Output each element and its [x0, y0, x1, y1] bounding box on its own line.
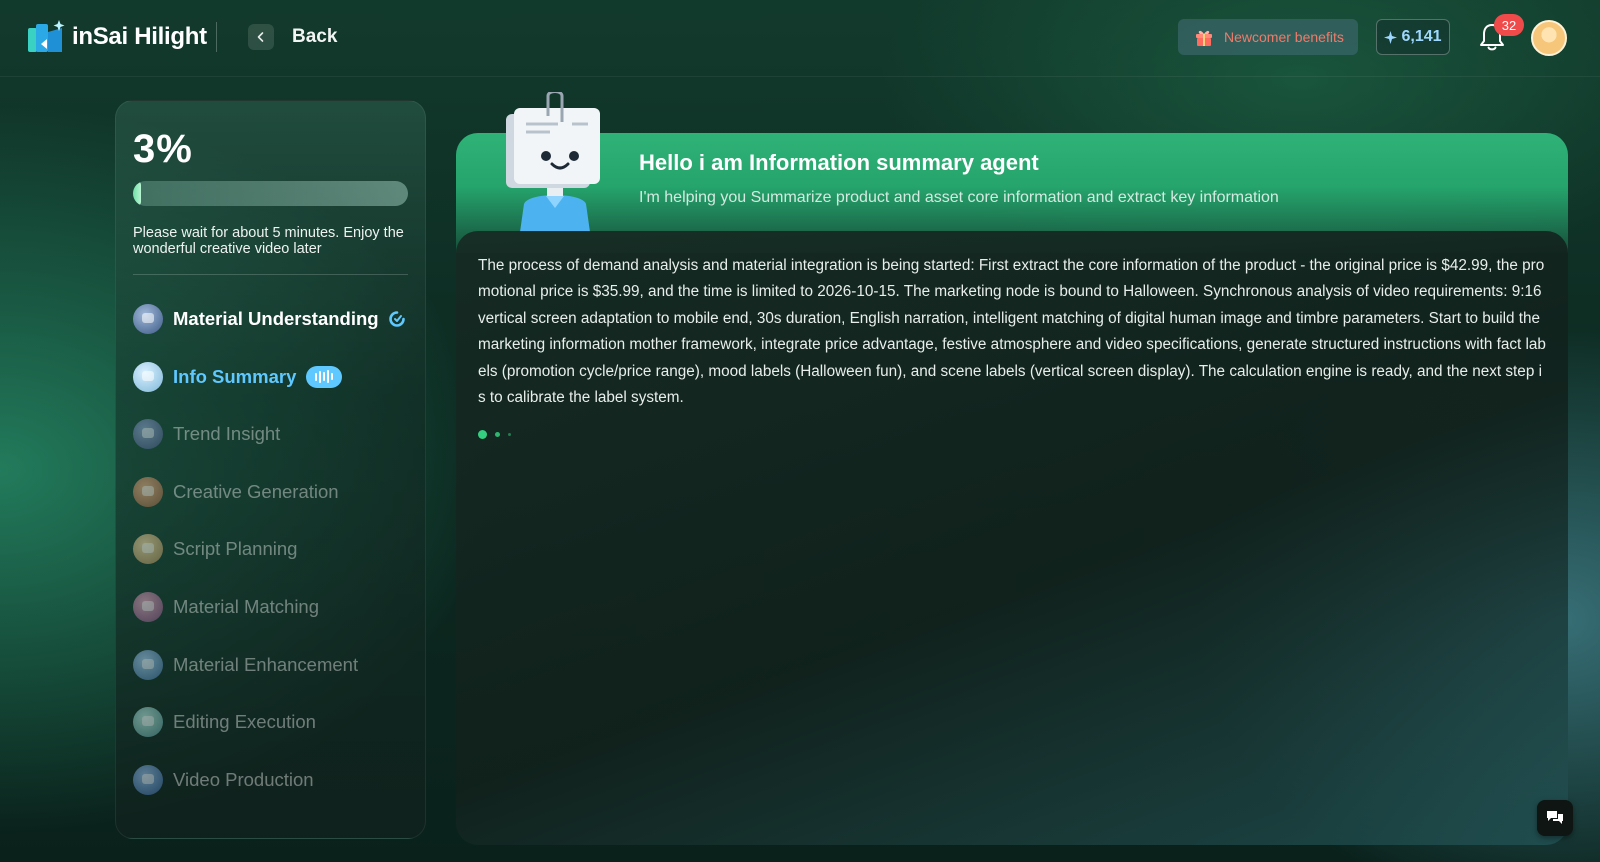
progress-sidebar: 3% Please wait for about 5 minutes. Enjo…	[115, 100, 426, 839]
agent-avatar-icon	[133, 476, 163, 507]
agent-avatar-icon	[133, 764, 163, 795]
progress-bar	[133, 181, 408, 206]
agent-avatar-icon	[133, 649, 163, 680]
credits-value: 6,141	[1401, 28, 1442, 45]
loading-dot	[495, 432, 500, 437]
step-label: Creative Generation	[173, 480, 339, 502]
agent-avatar-icon	[133, 707, 163, 738]
app-name: inSai Hilight	[72, 23, 207, 50]
wait-message: Please wait for about 5 minutes. Enjoy t…	[133, 225, 404, 257]
step-label: Trend Insight	[173, 423, 281, 445]
gift-icon	[1196, 30, 1212, 46]
loading-indicator	[478, 430, 511, 439]
newcomer-benefits-button[interactable]: Newcomer benefits	[1178, 19, 1358, 55]
back-button[interactable]	[248, 24, 274, 50]
audio-wave-icon	[306, 365, 343, 388]
newcomer-benefits-label: Newcomer benefits	[1224, 29, 1344, 45]
step-material-understanding[interactable]: Material Understanding	[133, 299, 413, 339]
agent-avatar-icon	[133, 591, 163, 622]
agent-avatar-icon	[133, 304, 163, 334]
step-list: Material Understanding Info Summary Tren…	[133, 299, 413, 817]
sparkle-icon	[1384, 30, 1398, 44]
header-divider	[216, 22, 217, 52]
step-label: Script Planning	[173, 538, 298, 560]
progress-bar-fill	[133, 181, 142, 206]
user-avatar[interactable]	[1531, 20, 1567, 56]
step-label: Video Production	[173, 768, 314, 790]
sidebar-divider	[133, 274, 408, 275]
agent-avatar-icon	[133, 361, 163, 392]
loading-dot	[478, 430, 487, 439]
step-label: Material Understanding	[173, 308, 379, 329]
agent-subtitle: I'm helping you Summarize product and as…	[639, 189, 1279, 206]
step-trend-insight[interactable]: Trend Insight	[133, 414, 413, 454]
step-video-production[interactable]: Video Production	[133, 760, 413, 800]
agent-mascot-icon	[506, 92, 600, 232]
summary-text: The process of demand analysis and mater…	[478, 257, 1546, 407]
step-label: Editing Execution	[173, 711, 316, 733]
back-label[interactable]: Back	[292, 26, 337, 48]
step-material-enhancement[interactable]: Material Enhancement	[133, 645, 413, 685]
step-script-planning[interactable]: Script Planning	[133, 529, 413, 569]
step-label: Material Matching	[173, 595, 320, 617]
step-creative-generation[interactable]: Creative Generation	[133, 472, 413, 512]
chat-icon	[1547, 811, 1563, 824]
credits-balance[interactable]: 6,141	[1376, 19, 1450, 55]
check-icon	[388, 311, 405, 327]
step-label: Material Enhancement	[173, 653, 359, 675]
step-label: Info Summary	[173, 365, 297, 387]
loading-dot	[508, 433, 511, 436]
agent-avatar-icon	[133, 534, 163, 565]
agent-title: Hello i am Information summary agent	[639, 150, 1039, 175]
agent-avatar-icon	[133, 419, 163, 450]
notification-badge: 32	[1494, 14, 1524, 36]
chat-button[interactable]	[1537, 800, 1573, 836]
chevron-left-icon	[257, 32, 264, 42]
logo-icon	[28, 20, 65, 52]
step-material-matching[interactable]: Material Matching	[133, 587, 413, 627]
top-bar: inSai Hilight Back Newcomer benefits 6,1…	[0, 0, 1600, 77]
progress-percent: 3%	[133, 127, 193, 171]
logo[interactable]: inSai Hilight	[26, 20, 207, 54]
step-info-summary[interactable]: Info Summary	[133, 357, 413, 397]
step-editing-execution[interactable]: Editing Execution	[133, 702, 413, 742]
